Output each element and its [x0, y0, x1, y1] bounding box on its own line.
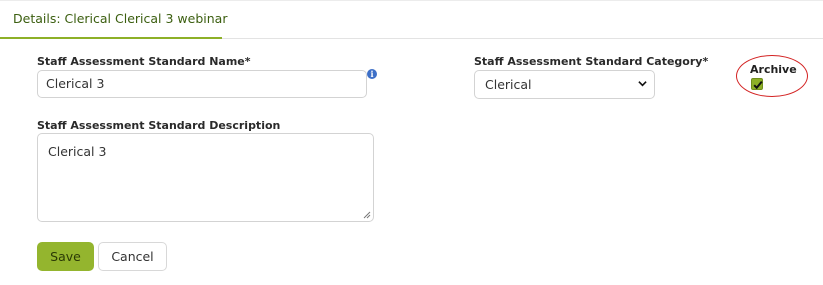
category-select[interactable]: Clerical — [474, 70, 655, 99]
tab-divider — [222, 38, 823, 39]
tab-title: Details: Clerical Clerical 3 webinar — [13, 11, 228, 26]
archive-label: Archive — [750, 63, 797, 76]
description-label: Staff Assessment Standard Description — [37, 119, 281, 132]
category-label: Staff Assessment Standard Category* — [474, 55, 709, 68]
info-icon[interactable]: i — [367, 69, 377, 79]
save-button[interactable]: Save — [37, 242, 94, 271]
category-selected-value: Clerical — [485, 77, 532, 92]
checkmark-icon — [753, 80, 763, 90]
highlight-circle — [736, 55, 808, 97]
description-textarea[interactable]: Clerical 3 — [37, 133, 374, 222]
archive-checkbox[interactable] — [751, 78, 763, 90]
name-input[interactable]: Clerical 3 — [37, 70, 367, 98]
cancel-button[interactable]: Cancel — [98, 242, 167, 271]
name-label: Staff Assessment Standard Name* — [37, 55, 251, 68]
tab-details[interactable]: Details: Clerical Clerical 3 webinar — [0, 1, 227, 39]
description-value: Clerical 3 — [48, 144, 107, 159]
chevron-down-icon — [638, 81, 647, 87]
resize-handle-icon[interactable] — [363, 211, 371, 219]
